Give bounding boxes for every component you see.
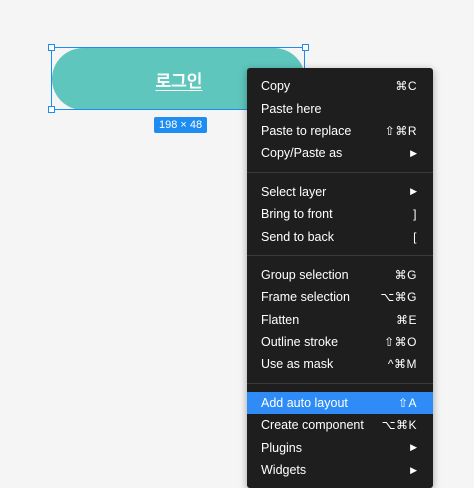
menu-item-shortcut: ⌥⌘G bbox=[380, 290, 417, 305]
menu-item-label: Plugins bbox=[261, 440, 302, 455]
menu-separator bbox=[247, 172, 433, 174]
menu-item-paste-here[interactable]: Paste here bbox=[247, 97, 433, 119]
menu-item-shortcut: ⌥⌘K bbox=[381, 418, 417, 433]
menu-separator bbox=[247, 255, 433, 257]
menu-item-label: Bring to front bbox=[261, 207, 333, 222]
resize-handle-top-left[interactable] bbox=[48, 44, 55, 51]
menu-item-label: Widgets bbox=[261, 463, 307, 478]
menu-item-bring-to-front[interactable]: Bring to front] bbox=[247, 203, 433, 225]
menu-item-group-selection[interactable]: Group selection ⌘G bbox=[247, 264, 433, 286]
menu-item-label: Flatten bbox=[261, 312, 300, 327]
menu-item-copy-paste-as[interactable]: Copy/Paste as ▶ bbox=[247, 142, 433, 164]
menu-item-label: Paste here bbox=[261, 101, 322, 116]
menu-item-copy[interactable]: Copy ⌘C bbox=[247, 75, 433, 97]
dimensions-badge: 198 × 48 bbox=[154, 117, 208, 133]
menu-item-label: Copy/Paste as bbox=[261, 146, 343, 161]
resize-handle-top-right[interactable] bbox=[302, 44, 309, 51]
resize-handle-bottom-left[interactable] bbox=[48, 106, 55, 113]
menu-item-label: Frame selection bbox=[261, 290, 350, 305]
menu-item-add-auto-layout[interactable]: Add auto layout ⇧A bbox=[247, 391, 433, 415]
menu-item-shortcut: ⇧⌘O bbox=[384, 335, 417, 350]
chevron-right-icon: ▶ bbox=[410, 186, 417, 197]
menu-item-use-as-mask[interactable]: Use as mask ^⌘M bbox=[247, 353, 433, 375]
menu-item-shortcut: ⌘E bbox=[395, 312, 417, 327]
menu-item-outline-stroke[interactable]: Outline stroke ⇧⌘O bbox=[247, 331, 433, 353]
menu-item-label: Select layer bbox=[261, 184, 327, 199]
menu-item-frame-selection[interactable]: Frame selection ⌥⌘G bbox=[247, 286, 433, 308]
menu-item-label: Copy bbox=[261, 79, 291, 94]
menu-item-paste-to-replace[interactable]: Paste to replace ⇧⌘R bbox=[247, 120, 433, 142]
design-canvas[interactable]: 로그인 198 × 48 Copy ⌘C Paste here Paste to re… bbox=[0, 0, 474, 488]
menu-item-shortcut: ⌘C bbox=[395, 79, 417, 94]
chevron-right-icon: ▶ bbox=[410, 442, 417, 453]
menu-item-flatten[interactable]: Flatten ⌘E bbox=[247, 309, 433, 331]
menu-item-send-to-back[interactable]: Send to back [ bbox=[247, 225, 433, 247]
menu-item-shortcut: ⌘G bbox=[394, 267, 417, 282]
menu-item-label: Use as mask bbox=[261, 357, 334, 372]
menu-item-shortcut: ⇧A bbox=[397, 395, 417, 410]
chevron-right-icon: ▶ bbox=[410, 147, 417, 158]
menu-item-label: Paste to replace bbox=[261, 123, 352, 138]
menu-item-create-component[interactable]: Create component ⌥⌘K bbox=[247, 414, 433, 436]
menu-item-shortcut: [ bbox=[413, 229, 417, 244]
menu-item-label: Add auto layout bbox=[261, 395, 348, 410]
chevron-right-icon: ▶ bbox=[410, 464, 417, 475]
menu-separator bbox=[247, 383, 433, 385]
menu-item-label: Send to back bbox=[261, 229, 334, 244]
menu-item-label: Group selection bbox=[261, 267, 349, 282]
menu-item-plugins[interactable]: Plugins ▶ bbox=[247, 436, 433, 458]
menu-item-label: Create component bbox=[261, 418, 364, 433]
menu-item-widgets[interactable]: Widgets ▶ bbox=[247, 459, 433, 481]
context-menu: Copy ⌘C Paste here Paste to replace ⇧⌘R Copy/… bbox=[247, 68, 433, 488]
menu-item-shortcut: ^⌘M bbox=[387, 357, 417, 372]
menu-item-shortcut: ] bbox=[413, 207, 417, 222]
menu-item-select-layer[interactable]: Select layer ▶ bbox=[247, 181, 433, 203]
menu-item-label: Outline stroke bbox=[261, 335, 339, 350]
menu-item-shortcut: ⇧⌘R bbox=[384, 123, 417, 138]
